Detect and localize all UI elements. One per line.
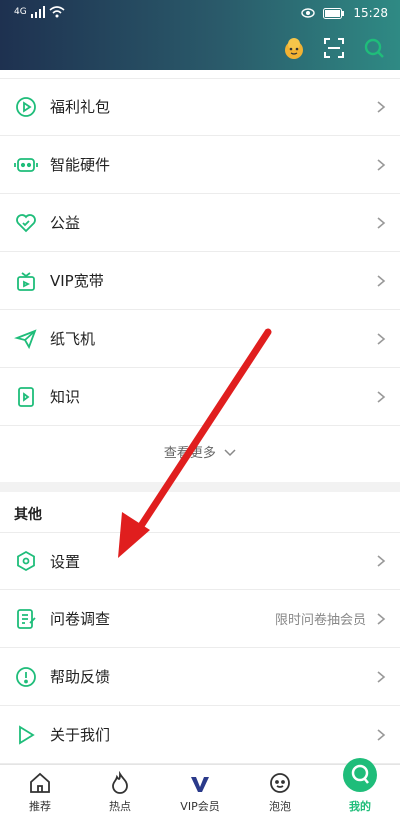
robot-device-icon <box>14 157 38 172</box>
menu-item-knowledge[interactable]: 知识 <box>0 368 400 426</box>
survey-icon <box>17 608 36 629</box>
search-icon[interactable] <box>362 36 386 60</box>
section-title-other: 其他 <box>14 507 42 523</box>
flame-icon <box>112 771 128 794</box>
avatar-icon[interactable] <box>282 36 306 60</box>
chevron-right-icon <box>377 555 386 567</box>
network-label: 4G <box>14 7 27 17</box>
chevron-right-icon <box>377 216 386 229</box>
bottom-tab-bar: 推荐 热点 VIP会员 泡泡 我的 <box>0 758 400 817</box>
bandwidth-box-icon <box>17 271 35 291</box>
chevron-right-icon <box>377 612 386 625</box>
chevron-right-icon <box>377 670 386 683</box>
header-bar: 4G 15:28 <box>0 0 400 70</box>
signal-icon <box>30 6 45 18</box>
tab-label: 热点 <box>109 800 131 813</box>
menu-item-label: 问卷调查 <box>50 610 111 628</box>
home-icon <box>30 772 50 793</box>
tab-label: 泡泡 <box>269 800 291 813</box>
chevron-right-icon <box>377 158 386 171</box>
menu-item-label: 关于我们 <box>50 726 111 744</box>
tab-vip[interactable]: VIP会员 <box>160 765 240 817</box>
menu-item-settings[interactable]: 设置 <box>0 532 400 590</box>
status-bar: 4G 15:28 <box>0 0 400 26</box>
menu-item-label: 公益 <box>50 214 81 232</box>
view-more-label: 查看更多 <box>163 446 216 461</box>
chevron-right-icon <box>377 332 386 345</box>
menu-item-label: 福利礼包 <box>50 98 111 116</box>
profile-icon <box>343 758 377 792</box>
view-more-button[interactable]: 查看更多 <box>0 442 400 461</box>
tab-label: VIP会员 <box>180 800 220 813</box>
hexagon-settings-icon <box>17 550 35 572</box>
chevron-right-icon <box>377 728 386 741</box>
menu-item-label: 知识 <box>50 388 81 406</box>
tab-recommend[interactable]: 推荐 <box>0 765 80 817</box>
tab-bubble[interactable]: 泡泡 <box>240 765 320 817</box>
battery-icon <box>323 7 345 19</box>
clock: 15:28 <box>353 6 388 20</box>
menu-item-label: 帮助反馈 <box>50 668 111 686</box>
tab-label: 推荐 <box>29 800 51 813</box>
tab-mine[interactable]: 我的 <box>320 758 400 817</box>
menu-item-hardware[interactable]: 智能硬件 <box>0 136 400 194</box>
scan-icon[interactable] <box>322 36 346 60</box>
section-gap <box>0 482 400 492</box>
menu-item-label: 智能硬件 <box>50 156 111 174</box>
chevron-right-icon <box>377 100 386 113</box>
paper-plane-icon <box>14 328 37 349</box>
menu-item-label: 设置 <box>50 552 81 571</box>
heart-check-icon <box>16 213 36 232</box>
help-exclamation-icon <box>16 666 36 687</box>
menu-item-charity[interactable]: 公益 <box>0 194 400 252</box>
tab-hot[interactable]: 热点 <box>80 765 160 817</box>
wifi-icon <box>49 6 65 18</box>
menu-item-label: VIP宽带 <box>50 272 104 290</box>
tab-label: 我的 <box>349 800 371 813</box>
menu-item-gift[interactable]: 福利礼包 <box>0 78 400 136</box>
survey-promo-text: 限时问卷抽会员 <box>274 613 366 628</box>
about-play-icon <box>19 724 35 745</box>
mine-content: 福利礼包 智能硬件 公益 VIP宽带 纸飞机 知识 查看更多 其他 设置 问卷调… <box>0 70 400 764</box>
chevron-down-icon <box>224 449 236 457</box>
menu-item-about[interactable]: 关于我们 <box>0 706 400 764</box>
gift-play-icon <box>16 96 36 117</box>
bubble-face-icon <box>270 773 290 793</box>
eye-icon <box>301 8 316 18</box>
menu-item-label: 纸飞机 <box>50 330 96 348</box>
menu-item-survey[interactable]: 问卷调查 限时问卷抽会员 <box>0 590 400 648</box>
vip-icon <box>191 777 209 792</box>
chevron-right-icon <box>377 390 386 403</box>
menu-item-paper-plane[interactable]: 纸飞机 <box>0 310 400 368</box>
menu-item-help[interactable]: 帮助反馈 <box>0 648 400 706</box>
menu-item-vip-broadband[interactable]: VIP宽带 <box>0 252 400 310</box>
book-play-icon <box>18 386 34 407</box>
chevron-right-icon <box>377 274 386 287</box>
